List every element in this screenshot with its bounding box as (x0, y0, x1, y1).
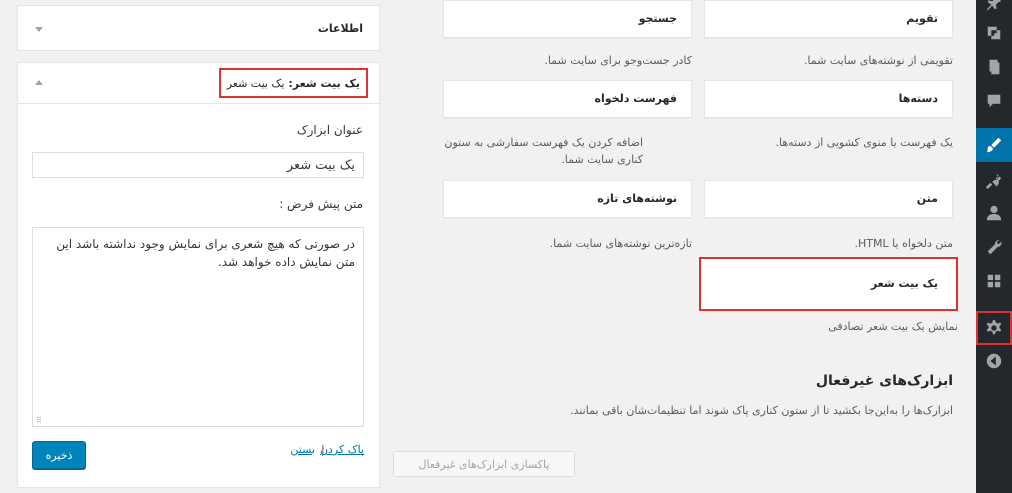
widget-editor-header[interactable]: یک بیت شعر: یک بیت شعر (18, 63, 379, 104)
widget-card-calendar[interactable]: تقویم (704, 0, 953, 38)
default-text-label: متن پیش فرض : (279, 197, 363, 211)
widget-title: دسته‌ها (898, 92, 938, 105)
widget-description: اضافه کردن یک فهرست سفارشی به ستون کناری… (444, 136, 643, 166)
widget-description: تازه‌ترین نوشته‌های سایت شما. (549, 237, 692, 250)
widget-description: تقویمی از نوشته‌های سایت شما. (803, 54, 953, 67)
widget-card-search[interactable]: جستجو (443, 0, 692, 38)
settings-gear-icon[interactable] (976, 311, 1012, 345)
widget-title: نوشته‌های تازه (597, 192, 677, 205)
title-field-label: عنوان ابزارک (296, 123, 363, 137)
widget-description: یک فهرست یا منوی کشویی از دسته‌ها. (775, 136, 953, 149)
widget-description: متن دلخواه یا HTML. (854, 237, 953, 250)
widget-description: نمایش یک بیت شعر تصادفی (828, 320, 958, 333)
media-icon[interactable] (976, 16, 1012, 50)
info-area-title: اطلاعات (317, 22, 363, 35)
link-separator: | (321, 443, 325, 456)
collapse-arrow-icon[interactable] (35, 80, 43, 85)
widget-description: کادر جست‌وجو برای سایت شما. (544, 54, 692, 67)
default-text-textarea[interactable]: در صورتی که هیچ شعری برای نمایش وجود ندا… (32, 227, 364, 427)
comments-icon[interactable] (976, 84, 1012, 118)
widget-title: تقویم (906, 12, 938, 25)
users-icon[interactable] (976, 196, 1012, 230)
appearance-brush-icon[interactable] (976, 128, 1012, 162)
widget-card-text[interactable]: متن (704, 180, 953, 218)
widget-title-input[interactable] (32, 152, 364, 178)
widget-title: فهرست دلخواه (594, 92, 677, 105)
delete-link[interactable]: پاک کردن (320, 443, 364, 456)
widget-card-custom-menu[interactable]: فهرست دلخواه (443, 80, 692, 118)
pages-icon[interactable] (976, 50, 1012, 84)
admin-menu-sidebar (976, 0, 1012, 493)
widgets-icon[interactable] (976, 264, 1012, 298)
tools-wrench-icon[interactable] (976, 230, 1012, 264)
available-widgets-list: تقویم تقویمی از نوشته‌های سایت شما. جستج… (385, 0, 976, 493)
widget-card-recent-posts[interactable]: نوشته‌های تازه (443, 180, 692, 218)
save-button[interactable]: ذخیره (32, 441, 86, 469)
close-link[interactable]: بستن (290, 443, 315, 456)
clear-inactive-widgets-button[interactable]: پاکسازی ابزارک‌های غیرفعال (393, 451, 575, 477)
widget-editor-title: یک بیت شعر: یک بیت شعر (218, 68, 368, 98)
plugins-icon[interactable] (976, 164, 1012, 198)
widget-areas-panel: اطلاعات یک بیت شعر: یک بیت شعر عنوان ابز… (0, 0, 383, 493)
collapse-menu-icon[interactable] (976, 344, 1012, 378)
widget-name: یک بیت شعر: (288, 76, 360, 90)
widget-title: متن (916, 192, 938, 205)
inactive-widgets-description: ابزارک‌ها را به‌این‌جا بکشید تا از ستون … (570, 404, 953, 417)
inactive-widgets-title: ابزارک‌های غیرفعال (815, 373, 953, 389)
poem-widget-editor: یک بیت شعر: یک بیت شعر عنوان ابزارک متن … (17, 62, 380, 488)
widget-instance-title: یک بیت شعر (226, 76, 285, 90)
expand-arrow-icon[interactable] (35, 27, 43, 32)
resize-grip-icon[interactable]: ⠿ (36, 416, 42, 425)
widget-title: یک بیت شعر (870, 277, 938, 290)
widget-title: جستجو (638, 12, 677, 25)
widget-card-categories[interactable]: دسته‌ها (704, 80, 953, 118)
info-widget-area[interactable]: اطلاعات (17, 5, 380, 51)
widget-card-poem[interactable]: یک بیت شعر (699, 257, 958, 311)
